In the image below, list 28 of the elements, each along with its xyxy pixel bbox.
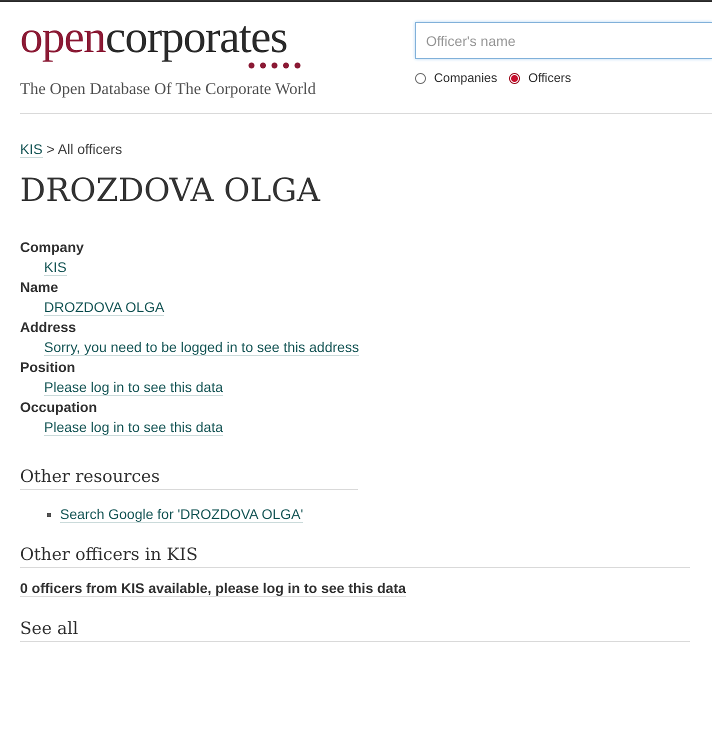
login-notice: 0 officers from KIS available, please log in to see this data [20, 580, 406, 597]
field-label: Position [20, 358, 76, 377]
page-title: DROZDOVA OLGA [20, 171, 322, 209]
tagline: The Open Database Of The Corporate World [20, 79, 317, 99]
radio-label[interactable]: Officers [528, 71, 572, 85]
breadcrumb-link[interactable]: KIS [20, 141, 43, 158]
breadcrumb-separator: > [45, 141, 56, 157]
dots-icon [248, 62, 301, 69]
resource-link[interactable]: Search Google for 'DROZDOVA OLGA' [60, 506, 304, 523]
section-heading: See all [20, 619, 690, 642]
field-label: Company [20, 238, 85, 257]
field-value-link[interactable]: Please log in to see this data [44, 419, 224, 436]
field-label: Name [20, 278, 60, 297]
field-label: Address [20, 318, 78, 337]
field-value-link[interactable]: Please log in to see this data [44, 379, 224, 396]
field-value-link[interactable]: DROZDOVA OLGA [44, 299, 164, 316]
bullet-icon [47, 512, 51, 516]
breadcrumb-current: All officers [58, 141, 122, 157]
search-field[interactable]: Officer's name [415, 22, 712, 59]
field-value-link[interactable]: KIS [44, 259, 67, 276]
radio-button[interactable] [509, 72, 520, 84]
radio-button[interactable] [415, 72, 426, 84]
section-heading: Other resources [20, 467, 358, 490]
logo[interactable]: opencorporates [20, 14, 287, 60]
section-heading: Other officers in KIS [20, 545, 690, 568]
radio-label[interactable]: Companies [434, 71, 498, 85]
field-value-link[interactable]: Sorry, you need to be logged in to see this address [44, 339, 359, 356]
field-label: Occupation [20, 398, 98, 417]
